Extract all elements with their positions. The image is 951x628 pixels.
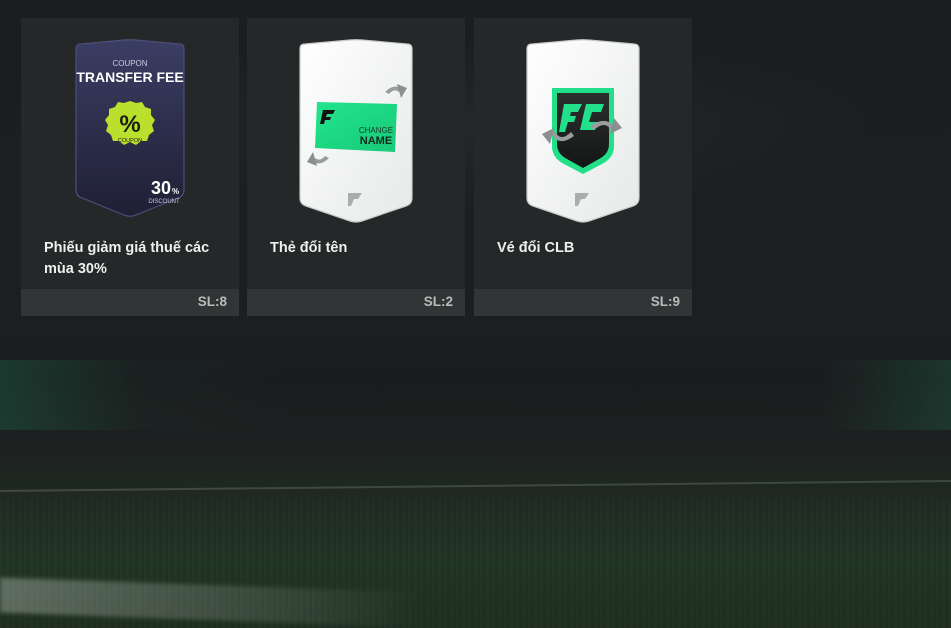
item-title: Thẻ đổi tên xyxy=(270,240,348,256)
item-tile-change-name[interactable]: CHANGE NAME Thẻ đổi tên SL:2 xyxy=(247,18,465,316)
item-footer: SL:2 xyxy=(247,289,465,316)
coupon-main-label: TRANSFER FEE xyxy=(76,69,183,85)
item-title: Phiếu giảm giá thuế các mùa 30% xyxy=(44,240,210,277)
change-name-ticket: CHANGE NAME xyxy=(315,102,397,152)
name-label: NAME xyxy=(360,135,392,147)
discount-value: 30 xyxy=(151,178,171,198)
percent-icon: % xyxy=(119,111,140,138)
item-tile-transfer-fee-coupon[interactable]: COUPON TRANSFER FEE % COUPON 30 % DISCOU… xyxy=(21,18,239,316)
club-shield-icon xyxy=(552,88,614,174)
discount-label: DISCOUNT xyxy=(148,199,180,205)
item-quantity: SL:8 xyxy=(197,294,227,309)
item-title: Vé đổi CLB xyxy=(497,240,575,256)
transfer-fee-coupon-card: COUPON TRANSFER FEE % COUPON 30 % DISCOU… xyxy=(75,39,185,217)
coupon-top-label: COUPON xyxy=(112,59,147,68)
stadium-lights xyxy=(0,360,951,430)
change-name-card: CHANGE NAME xyxy=(299,39,413,223)
item-quantity: SL:9 xyxy=(650,294,680,309)
item-card-art: COUPON TRANSFER FEE % COUPON 30 % DISCOU… xyxy=(21,18,239,230)
badge-label: COUPON xyxy=(118,138,142,144)
item-tile-club-change[interactable]: Vé đổi CLB SL:9 xyxy=(474,18,692,316)
discount-unit: % xyxy=(172,187,179,196)
item-quantity: SL:2 xyxy=(423,294,453,309)
item-footer: SL:8 xyxy=(21,289,239,316)
change-label: CHANGE xyxy=(359,126,393,135)
item-footer: SL:9 xyxy=(474,289,692,316)
item-card-art: CHANGE NAME xyxy=(247,18,465,230)
item-card-art xyxy=(474,18,692,230)
club-change-card xyxy=(526,39,640,223)
